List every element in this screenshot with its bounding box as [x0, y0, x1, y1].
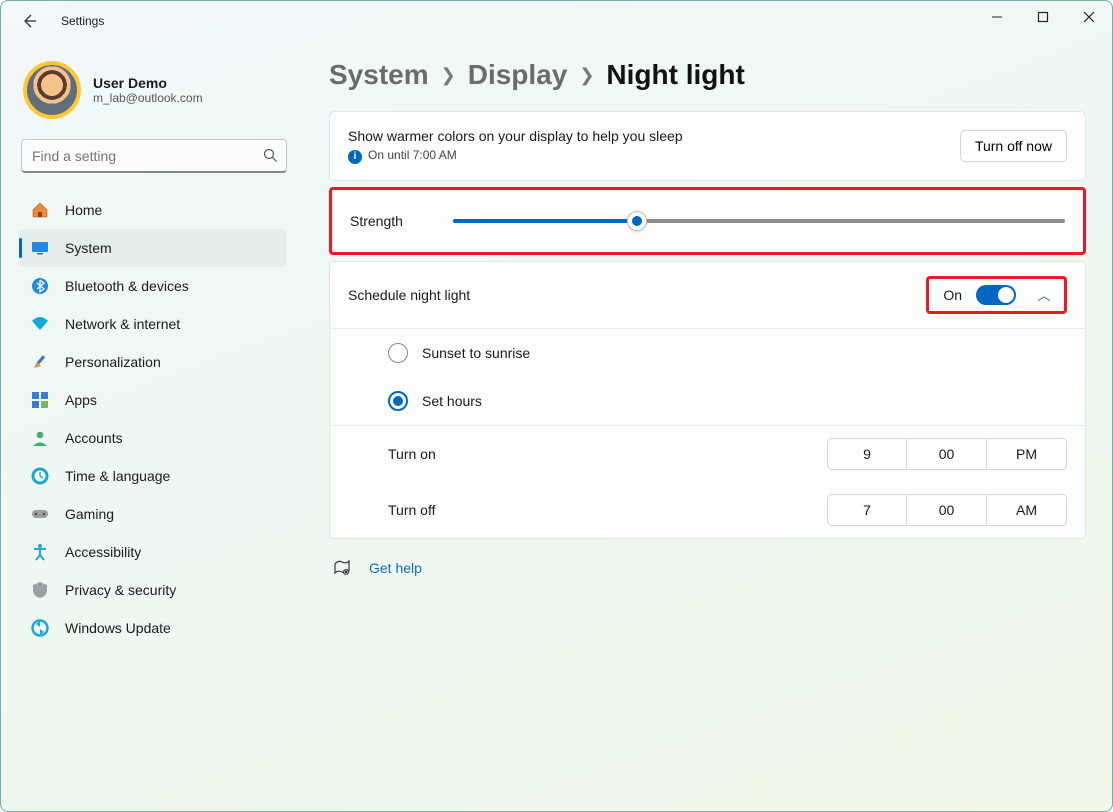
radio-icon — [388, 343, 408, 363]
sidebar-item-network[interactable]: Network & internet — [19, 305, 287, 343]
turn-on-hour[interactable]: 9 — [827, 438, 907, 470]
close-button[interactable] — [1066, 1, 1112, 33]
back-button[interactable] — [19, 11, 39, 31]
turn-off-hour[interactable]: 7 — [827, 494, 907, 526]
schedule-label: Schedule night light — [348, 287, 470, 303]
wifi-icon — [31, 315, 49, 333]
schedule-toggle[interactable] — [976, 285, 1016, 305]
sidebar-item-update[interactable]: Windows Update — [19, 609, 287, 647]
chevron-right-icon: ❯ — [579, 65, 594, 86]
sidebar-item-time[interactable]: Time & language — [19, 457, 287, 495]
window-title: Settings — [61, 14, 104, 28]
shield-icon — [31, 581, 49, 599]
sidebar-item-apps[interactable]: Apps — [19, 381, 287, 419]
svg-text:Q: Q — [344, 570, 348, 576]
sidebar-item-system[interactable]: System — [19, 229, 287, 267]
profile-name: User Demo — [93, 75, 203, 91]
clock-icon — [31, 467, 49, 485]
profile-block[interactable]: User Demo m_lab@outlook.com — [19, 53, 293, 135]
sidebar-item-label: Apps — [65, 392, 97, 408]
breadcrumb: System ❯ Display ❯ Night light — [329, 59, 1086, 91]
sidebar-item-personalization[interactable]: Personalization — [19, 343, 287, 381]
home-icon — [31, 201, 49, 219]
sidebar-item-label: Accessibility — [65, 544, 141, 560]
radio-icon — [388, 391, 408, 411]
schedule-state: On — [943, 287, 962, 303]
apps-icon — [31, 391, 49, 409]
strength-slider[interactable] — [453, 212, 1065, 230]
slider-thumb[interactable] — [627, 211, 647, 231]
turn-off-now-button[interactable]: Turn off now — [960, 130, 1067, 162]
info-icon: i — [348, 150, 362, 164]
turn-off-label: Turn off — [388, 502, 435, 518]
sidebar-item-label: Gaming — [65, 506, 114, 522]
get-help-link[interactable]: Get help — [369, 560, 422, 576]
nightlight-status: On until 7:00 AM — [368, 148, 457, 162]
sidebar-item-home[interactable]: Home — [19, 191, 287, 229]
crumb-system[interactable]: System — [329, 59, 429, 91]
sidebar-item-label: Home — [65, 202, 102, 218]
sidebar-item-label: Personalization — [65, 354, 161, 370]
chevron-right-icon: ❯ — [441, 65, 456, 86]
strength-card: Strength — [329, 187, 1086, 255]
sidebar-item-accessibility[interactable]: Accessibility — [19, 533, 287, 571]
sidebar-item-label: Privacy & security — [65, 582, 176, 598]
sidebar-item-label: Network & internet — [65, 316, 180, 332]
accessibility-icon — [31, 543, 49, 561]
sidebar-item-accounts[interactable]: Accounts — [19, 419, 287, 457]
sidebar-item-label: Time & language — [65, 468, 170, 484]
turn-off-minute[interactable]: 00 — [907, 494, 987, 526]
turn-off-time-picker[interactable]: 7 00 AM — [827, 494, 1067, 526]
crumb-nightlight: Night light — [606, 59, 744, 91]
maximize-button[interactable] — [1020, 1, 1066, 33]
turn-off-ampm[interactable]: AM — [987, 494, 1067, 526]
search-input[interactable] — [32, 148, 263, 164]
radio-hours-label: Set hours — [422, 393, 482, 409]
sidebar-item-label: System — [65, 240, 112, 256]
sidebar-item-label: Windows Update — [65, 620, 171, 636]
search-icon — [263, 148, 278, 163]
search-box[interactable] — [21, 139, 287, 173]
turn-on-time-picker[interactable]: 9 00 PM — [827, 438, 1067, 470]
display-icon — [31, 239, 49, 257]
avatar — [23, 61, 81, 119]
radio-sunset[interactable]: Sunset to sunrise — [330, 329, 1085, 377]
gamepad-icon — [31, 505, 49, 523]
turn-on-ampm[interactable]: PM — [987, 438, 1067, 470]
update-icon — [31, 619, 49, 637]
sidebar-item-bluetooth[interactable]: Bluetooth & devices — [19, 267, 287, 305]
sidebar-item-label: Bluetooth & devices — [65, 278, 189, 294]
radio-sunset-label: Sunset to sunrise — [422, 345, 530, 361]
turn-on-label: Turn on — [388, 446, 436, 462]
minimize-button[interactable] — [974, 1, 1020, 33]
person-icon — [31, 429, 49, 447]
brush-icon — [31, 353, 49, 371]
nightlight-description: Show warmer colors on your display to he… — [348, 128, 960, 144]
strength-label: Strength — [350, 213, 403, 229]
radio-set-hours[interactable]: Set hours — [330, 377, 1085, 425]
sidebar-item-privacy[interactable]: Privacy & security — [19, 571, 287, 609]
crumb-display[interactable]: Display — [468, 59, 568, 91]
help-icon: Q — [333, 559, 351, 577]
sidebar-item-label: Accounts — [65, 430, 123, 446]
turn-on-minute[interactable]: 00 — [907, 438, 987, 470]
profile-email: m_lab@outlook.com — [93, 91, 203, 105]
bluetooth-icon — [31, 277, 49, 295]
chevron-up-icon[interactable]: ︿ — [1030, 285, 1058, 304]
sidebar-item-gaming[interactable]: Gaming — [19, 495, 287, 533]
